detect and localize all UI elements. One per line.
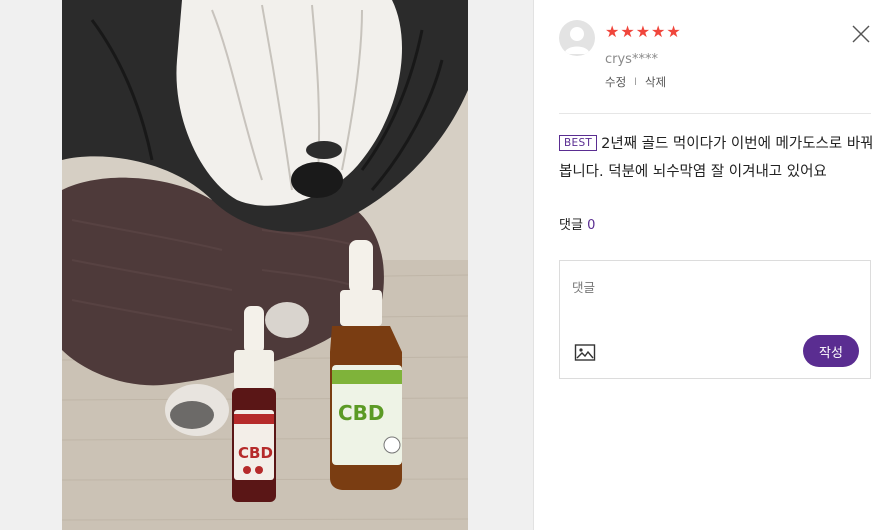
star-icon: ★ [651, 22, 666, 41]
star-icon: ★ [620, 22, 635, 41]
dog-with-cbd-bottles-image: CBD CBD [62, 0, 468, 530]
comment-form: 작성 [559, 260, 871, 379]
review-detail-panel: ★ ★ ★ ★ ★ crys**** 수정 l 삭제 BEST 2년째 골드 먹이… [535, 0, 891, 530]
small-bottle-label: CBD [238, 444, 273, 462]
comments-header: 댓글 0 [559, 214, 595, 233]
rating-stars: ★ ★ ★ ★ ★ [605, 23, 681, 41]
photo-viewer: CBD CBD [0, 0, 534, 530]
user-avatar-icon [559, 20, 595, 56]
action-separator: l [634, 76, 637, 88]
close-icon[interactable] [851, 24, 871, 44]
review-body: BEST 2년째 골드 먹이다가 이번에 메가도스로 바꿔봅니다. 덕분에 뇌수막… [559, 130, 877, 186]
review-author: crys**** [605, 52, 658, 67]
review-photo[interactable]: CBD CBD [62, 0, 468, 530]
image-icon[interactable] [574, 343, 596, 363]
star-icon: ★ [666, 22, 681, 41]
submit-comment-button[interactable]: 작성 [803, 335, 859, 367]
header-divider [559, 113, 871, 114]
star-icon: ★ [635, 22, 651, 41]
large-bottle-label: CBD [338, 401, 385, 425]
review-actions: 수정 l 삭제 [605, 74, 666, 90]
comments-count: 0 [587, 218, 596, 233]
delete-button[interactable]: 삭제 [645, 74, 666, 90]
star-icon: ★ [605, 22, 620, 41]
best-badge: BEST [559, 135, 598, 151]
comment-input[interactable] [572, 277, 852, 317]
edit-button[interactable]: 수정 [605, 74, 626, 90]
comments-label: 댓글 [559, 218, 583, 233]
review-text: 2년째 골드 먹이다가 이번에 메가도스로 바꿔봅니다. 덕분에 뇌수막염 잘 … [559, 136, 874, 180]
